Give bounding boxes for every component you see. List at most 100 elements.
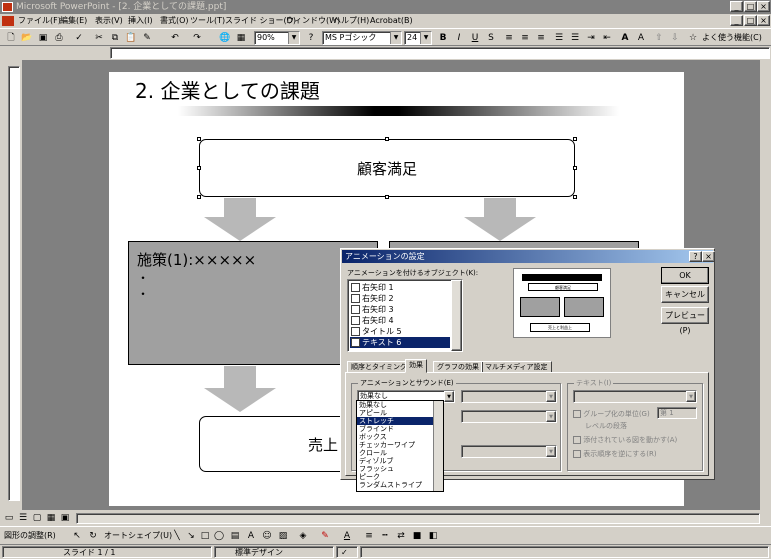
down-arrow-right[interactable] [484,198,516,217]
cut-icon[interactable]: ✂ [92,32,106,44]
menu-acrobat[interactable]: Acrobat(B) [370,15,413,27]
align-center-icon[interactable]: ≡ [518,32,532,44]
after-animation-select[interactable]: ▼ [461,445,557,458]
promote-icon[interactable]: ⇧ [652,32,666,44]
list-item[interactable]: 右矢印 2 [350,293,450,304]
print-icon[interactable]: ⎙ [52,32,66,44]
vertical-scrollbar[interactable] [760,60,771,510]
zoom-combo[interactable]: 90% ▼ [254,31,300,45]
menu-edit[interactable]: 編集(E) [60,15,87,27]
document-icon[interactable] [2,16,14,26]
format-painter-icon[interactable]: ✎ [140,32,154,44]
checkbox[interactable] [351,316,360,325]
paste-icon[interactable]: 📋 [124,32,138,44]
resize-handle[interactable] [385,195,389,199]
list-item[interactable]: アピール [357,409,443,417]
cancel-button[interactable]: キャンセル [661,286,709,303]
list-item[interactable]: 右矢印 4 [350,315,450,326]
spell-icon[interactable]: ✓ [72,32,86,44]
menu-help[interactable]: ヘルプ(H) [333,15,369,27]
chevron-down-icon[interactable]: ▼ [288,32,299,44]
resize-handle[interactable] [197,195,201,199]
table-icon[interactable]: ▦ [234,32,248,44]
resize-handle[interactable] [197,137,201,141]
checkbox[interactable] [351,294,360,303]
checkbox[interactable] [351,338,360,347]
normal-view-icon[interactable]: ▭ [2,512,16,524]
arrow-icon[interactable]: ↘ [184,530,198,542]
menu-insert[interactable]: 挿入(I) [128,15,153,27]
chevron-down-icon[interactable]: ▼ [390,32,401,44]
list-scrollbar[interactable] [451,280,462,351]
rotate-icon[interactable]: ↻ [86,530,100,542]
resize-handle[interactable] [573,137,577,141]
minimize-icon[interactable]: _ [730,1,743,12]
menu-tools[interactable]: ツール(T) [190,15,225,27]
bold-button[interactable]: B [436,32,450,44]
group-unit-checkbox[interactable]: グループ化の単位(G) [573,409,650,419]
maximize-icon[interactable]: □ [744,1,757,12]
list-item-selected[interactable]: テキスト 6 [350,337,450,348]
horizontal-scrollbar[interactable] [76,513,760,524]
doc-minimize-icon[interactable]: _ [730,15,743,26]
italic-button[interactable]: I [452,32,466,44]
line-icon[interactable]: ╲ [170,530,184,542]
preview-button[interactable]: プレビュー(P) [661,307,709,335]
picture-icon[interactable]: ▨ [276,530,290,542]
checkbox[interactable] [351,305,360,314]
list-item[interactable]: タイトル 5 [350,326,450,337]
bullets-icon[interactable]: ☰ [568,32,582,44]
clipart-icon[interactable]: ☺ [260,530,274,542]
tab-effects[interactable]: 効果 [405,359,427,373]
draw-menu-button[interactable]: 図形の調整(R) [4,529,56,543]
sorter-view-icon[interactable]: ▦ [44,512,58,524]
frequent-functions-button[interactable]: よく使う機能(C) [702,31,762,45]
outline-view-icon[interactable]: ☰ [16,512,30,524]
resize-handle[interactable] [573,195,577,199]
list-item[interactable]: 右矢印 3 [350,304,450,315]
arrow-style-icon[interactable]: ⇄ [394,530,408,542]
slide-title[interactable]: 2. 企業としての課題 [135,76,320,106]
select-arrow-icon[interactable]: ↖ [70,530,84,542]
attach-shape-checkbox[interactable]: 添付されている図を動かす(A) [573,435,677,445]
checkbox[interactable] [351,283,360,292]
down-arrow-left[interactable] [224,198,256,217]
resize-handle[interactable] [573,166,577,170]
unit-select[interactable]: 第 1 [657,407,697,419]
redo-icon[interactable]: ↷ [190,32,204,44]
demote-icon[interactable]: ⇩ [668,32,682,44]
doc-close-icon[interactable]: × [757,15,770,26]
list-item[interactable]: ディゾルブ [357,457,443,465]
list-item[interactable]: フラッシュ [357,465,443,473]
fill-color-icon[interactable]: ◈ [296,530,310,542]
list-item[interactable]: チェッカーワイプ [357,441,443,449]
resize-handle[interactable] [385,137,389,141]
ok-button[interactable]: OK [661,267,709,284]
chevron-down-icon[interactable]: ▼ [420,32,431,44]
down-arrow-bottom[interactable] [224,366,256,388]
shrink-font-icon[interactable]: A [634,32,648,44]
autoshape-menu-button[interactable]: オートシェイプ(U) [104,529,172,543]
dialog-close-icon[interactable]: × [702,251,715,262]
font-size-combo[interactable]: 24 ▼ [404,31,432,45]
list-item[interactable]: ランダムストライプ [357,481,443,489]
dropdown-scrollbar[interactable] [433,401,443,491]
font-color-icon[interactable]: A [340,530,354,542]
menu-view[interactable]: 表示(V) [95,15,123,27]
sound-select[interactable]: ▼ [461,410,557,423]
chevron-down-icon[interactable]: ▼ [546,411,556,422]
chevron-down-icon[interactable]: ▼ [686,391,696,402]
customer-satisfaction-box[interactable]: 顧客満足 [199,139,575,197]
new-icon[interactable]: 🗋 [4,32,18,44]
list-item[interactable]: 効果なし [357,401,443,409]
chevron-down-icon[interactable]: ▼ [444,391,454,402]
list-item[interactable]: 右矢印 1 [350,282,450,293]
chevron-down-icon[interactable]: ▼ [546,391,556,402]
font-combo[interactable]: MS Pゴシック ▼ [322,31,402,45]
align-right-icon[interactable]: ≡ [534,32,548,44]
close-icon[interactable]: × [757,1,770,12]
checkbox[interactable] [351,327,360,336]
slideshow-icon[interactable]: ▣ [58,512,72,524]
save-icon[interactable]: ▣ [36,32,50,44]
dialog-help-icon[interactable]: ? [689,251,702,262]
